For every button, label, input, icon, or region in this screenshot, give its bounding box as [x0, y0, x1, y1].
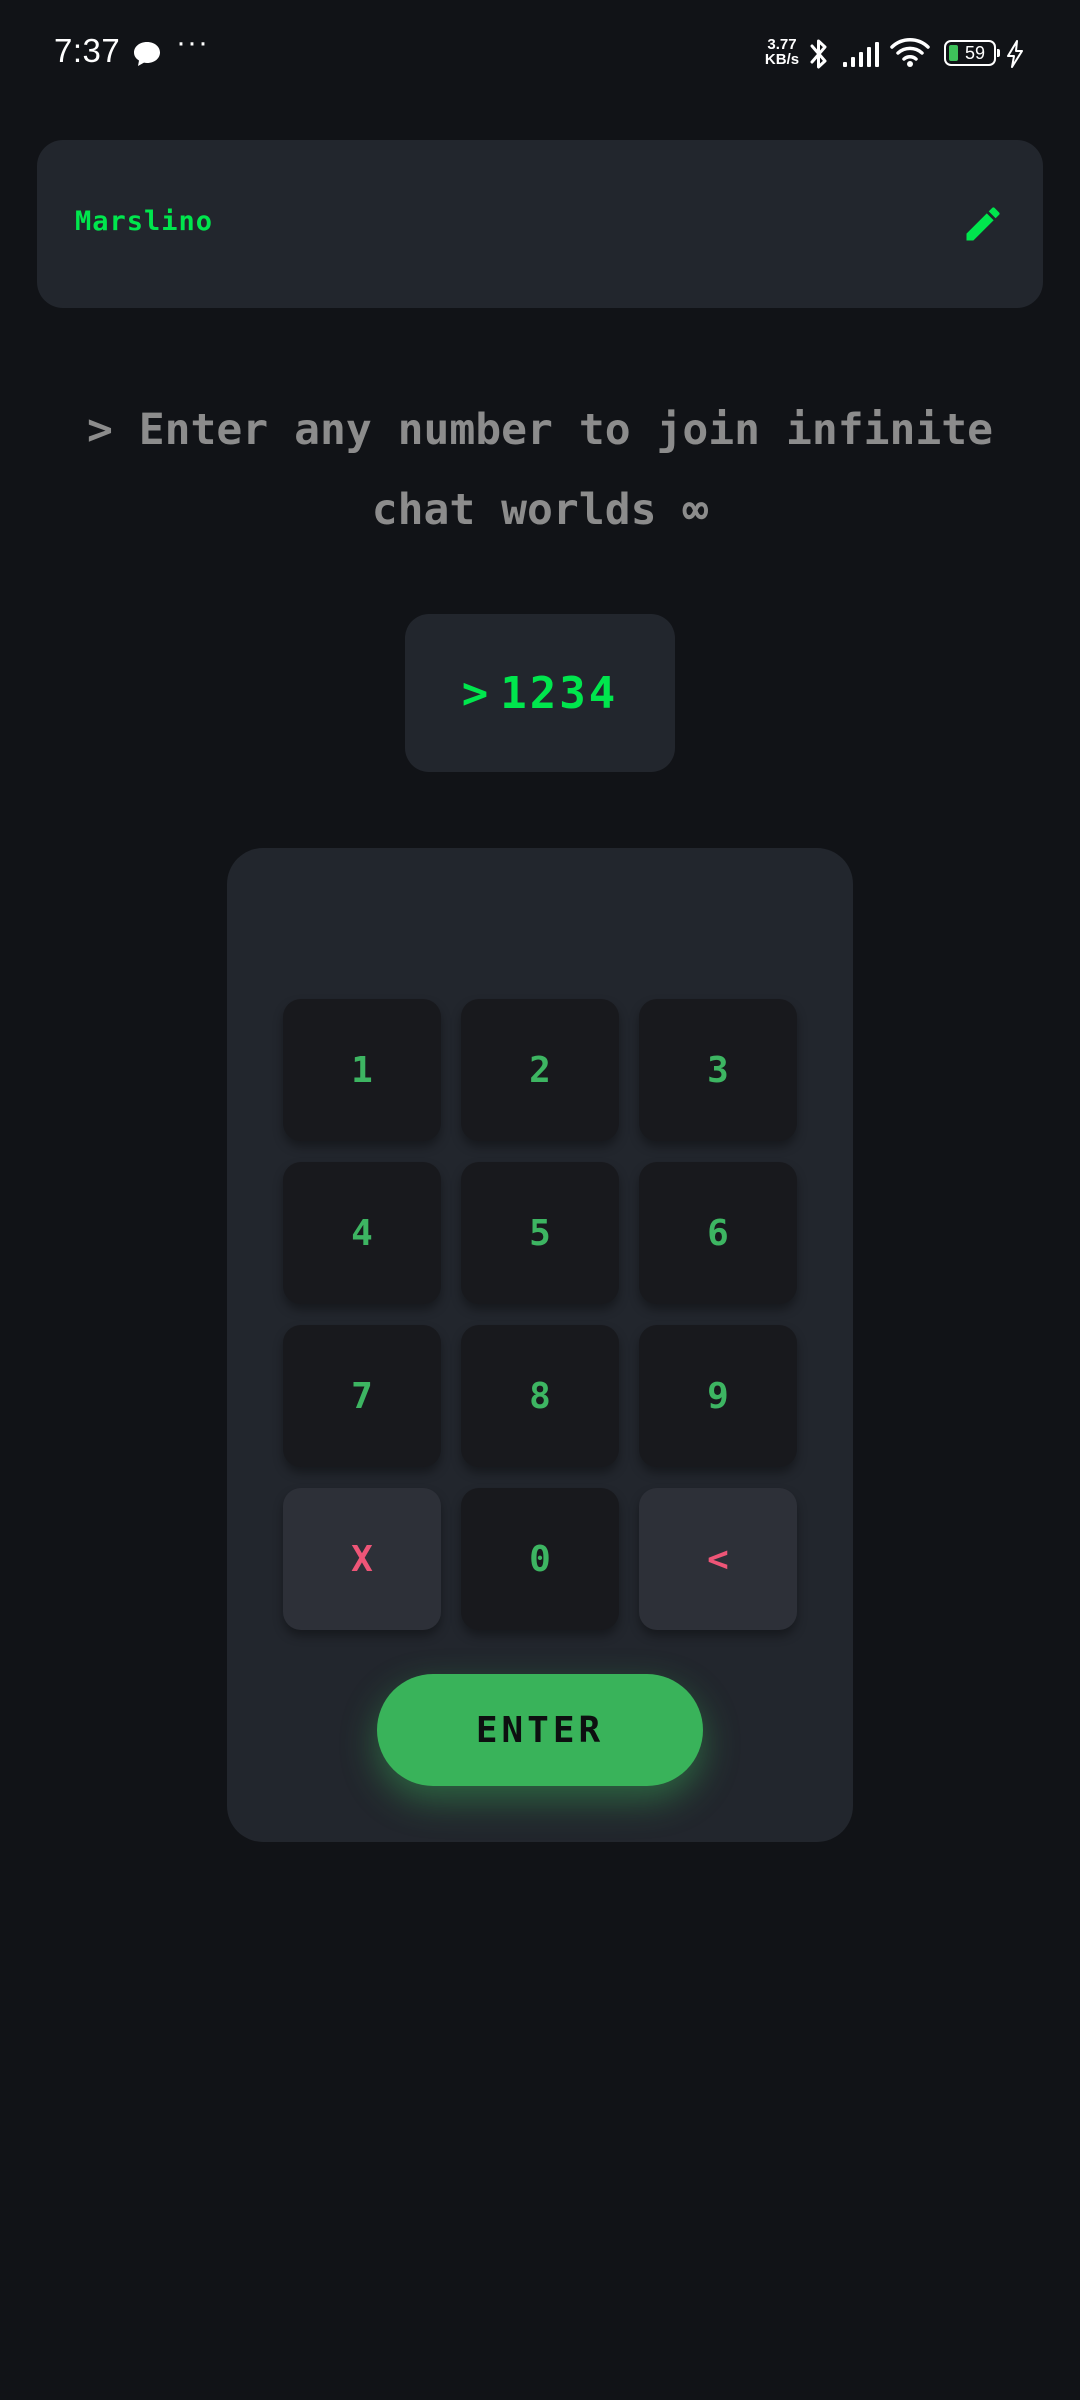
enter-button[interactable]: ENTER — [377, 1674, 703, 1786]
status-bar: 7:37 ··· 3.77 KB/s 59 — [0, 0, 1080, 100]
code-chevron-icon: > — [461, 667, 489, 719]
key-9[interactable]: 9 — [639, 1325, 797, 1467]
pencil-icon[interactable] — [961, 202, 1005, 246]
battery-tip — [997, 49, 1000, 57]
instruction-text: Enter any number to join infinite chat w… — [138, 405, 994, 535]
status-time: 7:37 — [54, 32, 121, 69]
net-speed-value: 3.77 — [767, 36, 797, 53]
key-0[interactable]: 0 — [461, 1488, 619, 1630]
instruction-heading: > Enter any number to join infinite chat… — [60, 390, 1020, 550]
keypad-panel: 1 2 3 4 5 6 7 8 9 X 0 < ENTER — [227, 848, 853, 1842]
key-1[interactable]: 1 — [283, 999, 441, 1141]
backspace-key[interactable]: < — [639, 1488, 797, 1630]
chevron-right-icon: > — [86, 405, 113, 455]
code-display: > 1234 — [405, 614, 675, 772]
key-4[interactable]: 4 — [283, 1162, 441, 1304]
key-2[interactable]: 2 — [461, 999, 619, 1141]
key-3[interactable]: 3 — [639, 999, 797, 1141]
status-overflow-dots: ··· — [176, 26, 209, 59]
wifi-icon — [890, 38, 930, 67]
join-chat-screen: 7:37 ··· 3.77 KB/s 59 Marslino > Enter a… — [0, 0, 1080, 2400]
username: Marslino — [75, 206, 214, 237]
code-value: 1234 — [500, 667, 619, 719]
key-6[interactable]: 6 — [639, 1162, 797, 1304]
net-speed-unit: KB/s — [764, 51, 800, 68]
key-7[interactable]: 7 — [283, 1325, 441, 1467]
key-8[interactable]: 8 — [461, 1325, 619, 1467]
message-icon — [134, 42, 160, 66]
profile-card: Marslino — [37, 140, 1043, 308]
charging-icon — [1007, 40, 1023, 68]
battery-icon: 59 — [944, 40, 1000, 66]
clear-key[interactable]: X — [283, 1488, 441, 1630]
battery-level: 59 — [964, 43, 986, 63]
bluetooth-icon — [810, 39, 827, 69]
signal-icon — [843, 42, 879, 67]
battery-fill — [949, 45, 958, 61]
net-speed: 3.77 KB/s — [760, 37, 804, 67]
key-5[interactable]: 5 — [461, 1162, 619, 1304]
